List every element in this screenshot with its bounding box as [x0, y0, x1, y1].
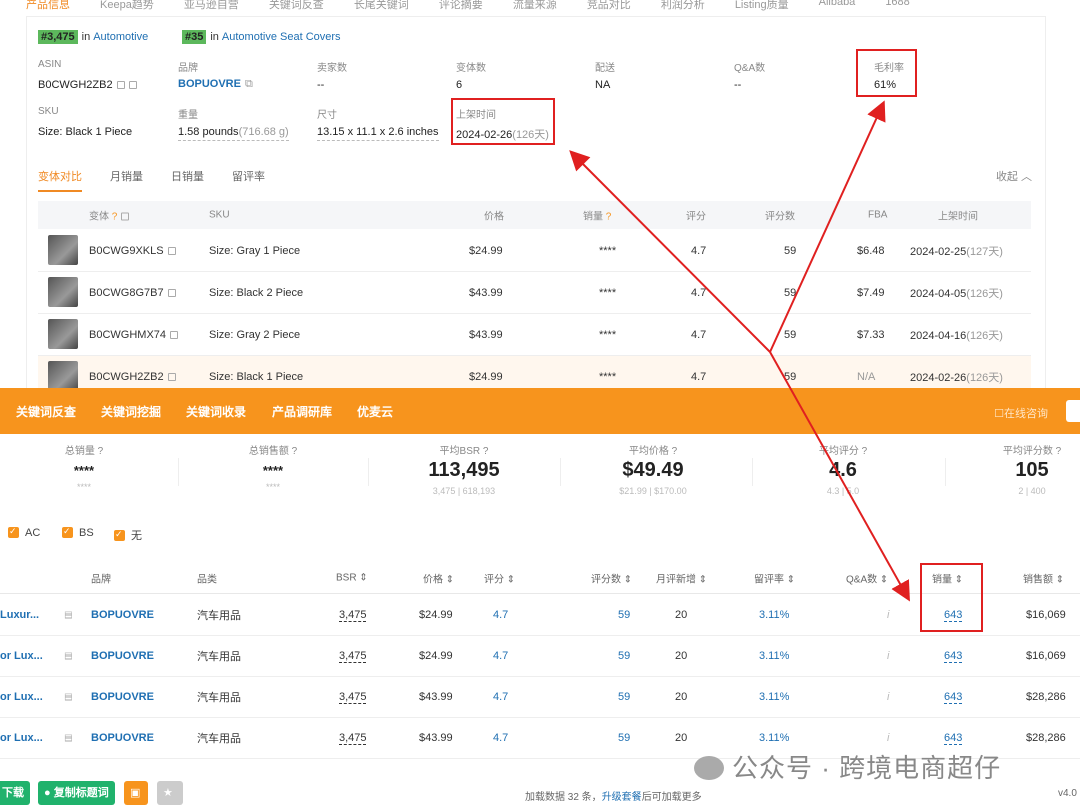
version-label: v4.0	[1058, 788, 1077, 799]
annotation-arrows	[569, 100, 910, 602]
arrow-to-margin	[769, 100, 886, 353]
upgrade-link[interactable]: 升级套餐	[602, 792, 642, 803]
load-info-prefix: 加载数据 32 条，	[525, 792, 602, 803]
image-button[interactable]: ▣	[124, 781, 148, 805]
copy-titles-button[interactable]: ● 复制标题词	[38, 781, 115, 805]
image-icon: ▣	[130, 787, 141, 799]
star-icon: ★	[163, 787, 173, 799]
wechat-icon	[694, 756, 724, 780]
download-button[interactable]: 下载	[0, 781, 30, 805]
copy-titles-label: 复制标题词	[53, 787, 109, 799]
arrow-to-listing-date	[569, 150, 771, 353]
load-info: 加载数据 32 条，升级套餐后可加载更多	[525, 788, 702, 803]
favorite-button[interactable]: ★	[157, 781, 183, 805]
load-info-suffix: 后可加载更多	[641, 792, 702, 803]
bottom-bar: 下载 ● 复制标题词 ▣ ★ 加载数据 32 条，升级套餐后可加载更多 v4.0	[0, 778, 1080, 810]
arrow-to-sales	[769, 351, 910, 602]
copy-icon: ●	[44, 787, 54, 799]
